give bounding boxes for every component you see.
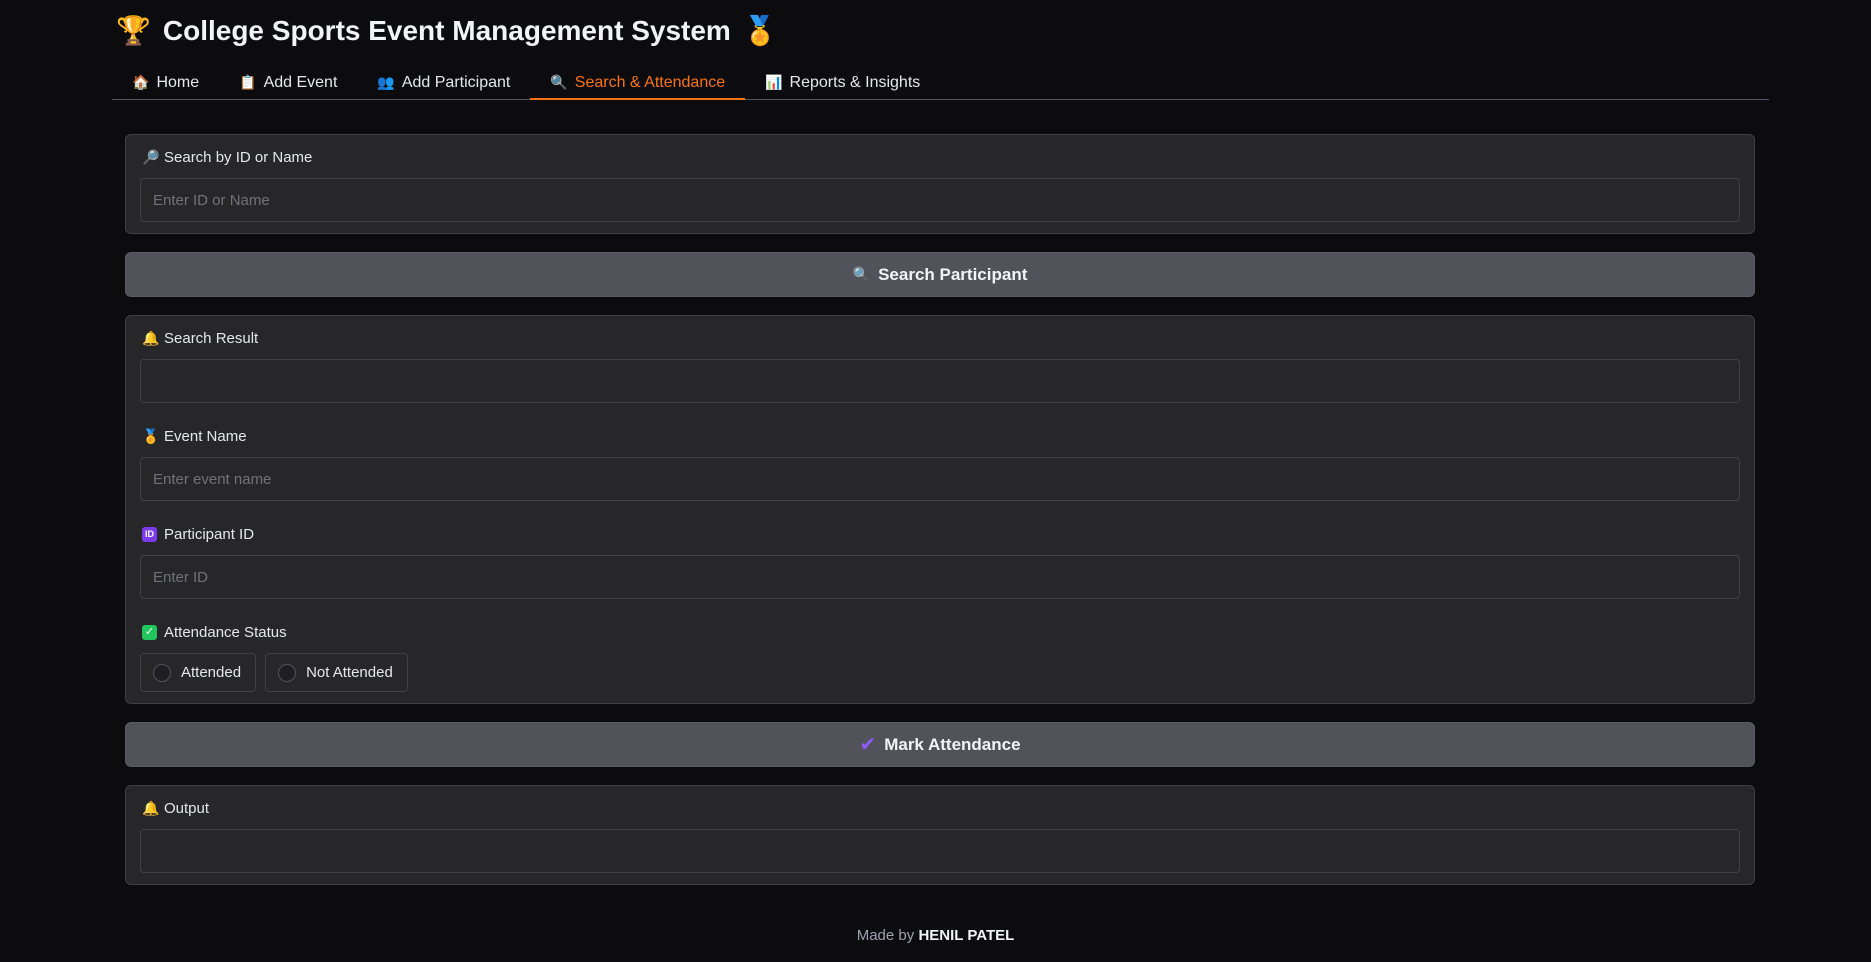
trophy-icon: 🏆 (116, 14, 151, 47)
tab-label: Search & Attendance (574, 73, 726, 91)
search-label: 🔎 Search by ID or Name (142, 149, 312, 166)
magnifier-icon: 🔍 (550, 74, 568, 91)
tab-label: Reports & Insights (789, 73, 921, 91)
tab-label: Add Participant (401, 73, 511, 91)
mark-attendance-label: Mark Attendance (884, 734, 1021, 754)
attendance-panel: 🔔 Search Result 🏅 Event Name ID Particip… (125, 315, 1755, 704)
participant-id-label-text: Participant ID (164, 526, 255, 543)
output-field[interactable] (140, 829, 1740, 873)
tab-reports-insights[interactable]: 📊 Reports & Insights (745, 66, 940, 99)
participant-id-input[interactable] (140, 555, 1740, 599)
tab-add-event[interactable]: 📋 Add Event (219, 66, 357, 99)
checkmark-icon: ✔ (859, 734, 877, 756)
radio-circle[interactable] (278, 663, 297, 682)
event-name-label: 🏅 Event Name (142, 428, 247, 445)
footer-author: HENIL PATEL (918, 927, 1015, 944)
search-result-field[interactable] (140, 359, 1740, 403)
house-icon: 🏠 (132, 74, 150, 91)
radio-label: Attended (181, 664, 242, 681)
app-title: College Sports Event Management System (162, 14, 731, 46)
event-name-label-text: Event Name (164, 428, 247, 445)
attendance-status-label-text: Attendance Status (164, 624, 287, 641)
search-panel: 🔎 Search by ID or Name (125, 134, 1755, 234)
people-icon: 👥 (377, 74, 395, 91)
radio-label: Not Attended (306, 664, 393, 681)
tab-bar: 🏠 Home 📋 Add Event 👥 Add Participant 🔍 S… (112, 66, 1769, 100)
magnifier-icon: 🔍 (852, 266, 871, 283)
attendance-radio-group: Attended Not Attended (140, 653, 408, 692)
mark-attendance-button[interactable]: ✔ Mark Attendance (125, 722, 1755, 767)
attendance-status-label: ✓ Attendance Status (142, 624, 287, 641)
footer-prefix: Made by (856, 927, 915, 944)
medal-icon: 🏅 (142, 428, 160, 445)
tab-label: Home (156, 73, 200, 91)
checkbox-icon: ✓ (142, 625, 157, 640)
event-name-input[interactable] (140, 457, 1740, 501)
search-label-text: Search by ID or Name (164, 149, 313, 166)
search-button-label: Search Participant (878, 264, 1028, 284)
search-input[interactable] (140, 178, 1740, 222)
magnifier-icon: 🔎 (142, 149, 160, 166)
page-title: 🏆 College Sports Event Management System… (116, 14, 778, 47)
output-panel: 🔔 Output (125, 785, 1755, 885)
search-participant-button[interactable]: 🔍 Search Participant (125, 252, 1755, 297)
participant-id-label: ID Participant ID (142, 526, 254, 543)
tab-search-attendance[interactable]: 🔍 Search & Attendance (530, 66, 745, 100)
footer: Made by HENIL PATEL (0, 927, 1871, 944)
output-label-text: Output (164, 800, 210, 817)
medal-icon: 🏅 (742, 14, 778, 47)
radio-attended[interactable]: Attended (140, 653, 257, 692)
tab-label: Add Event (263, 73, 338, 91)
search-result-label-text: Search Result (164, 330, 259, 347)
radio-circle[interactable] (153, 663, 171, 682)
id-icon: ID (142, 527, 157, 542)
clipboard-icon: 📋 (239, 74, 257, 91)
bell-icon: 🔔 (142, 800, 160, 817)
search-result-label: 🔔 Search Result (142, 330, 258, 347)
output-label: 🔔 Output (142, 800, 209, 817)
radio-not-attended[interactable]: Not Attended (265, 653, 408, 692)
bell-icon: 🔔 (142, 330, 160, 347)
bar-chart-icon: 📊 (765, 74, 783, 91)
tab-home[interactable]: 🏠 Home (112, 66, 219, 99)
tab-add-participant[interactable]: 👥 Add Participant (357, 66, 530, 99)
